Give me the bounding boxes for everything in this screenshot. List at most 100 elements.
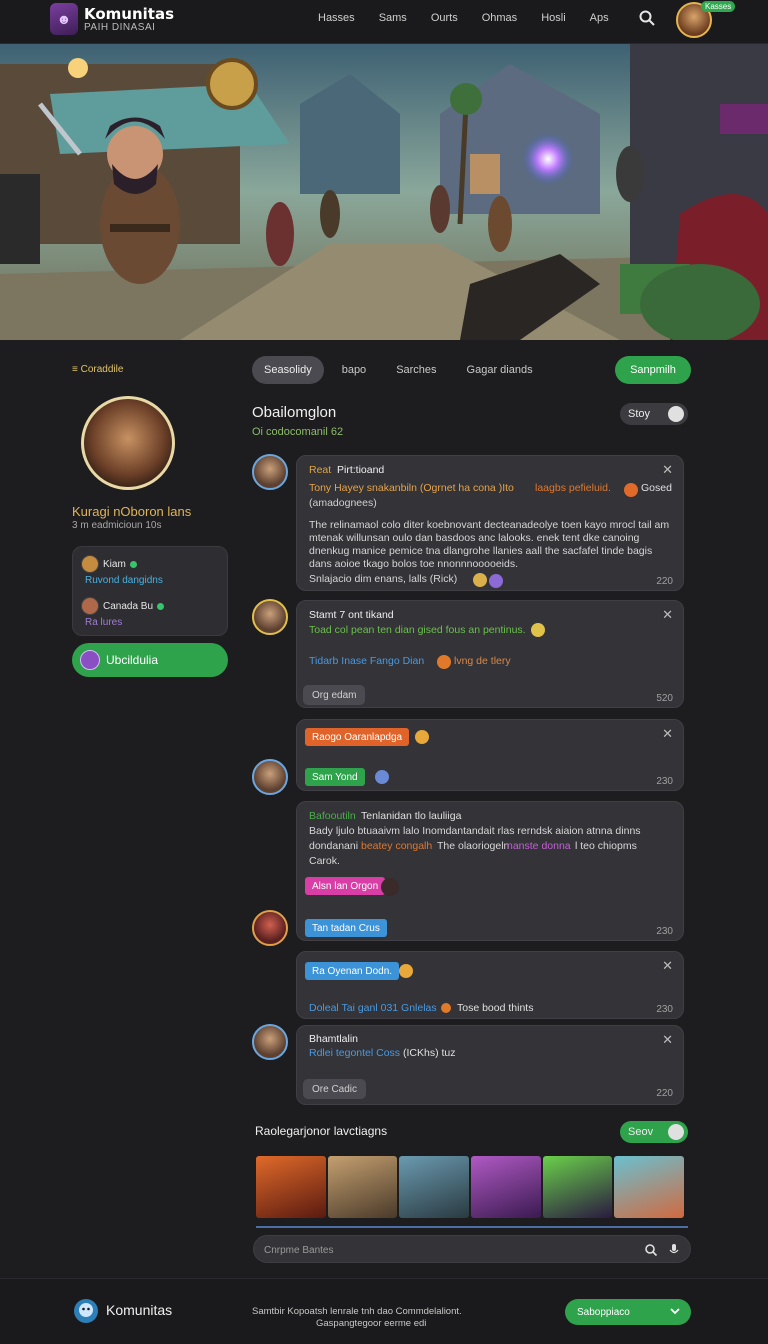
post-tag[interactable]: Sam Yond bbox=[305, 768, 365, 786]
post-card: ✕ Stamt 7 ont tikand Toad col pean ten d… bbox=[296, 600, 684, 708]
post-line: Carok. bbox=[309, 855, 340, 867]
post-action-button[interactable]: Org edam bbox=[303, 685, 366, 705]
post-line: Tidarb Inase Fango Dian bbox=[309, 655, 425, 667]
post-tag[interactable]: Alsn lan Orgon bbox=[305, 877, 386, 895]
nav-item-hasses[interactable]: Hasses bbox=[318, 12, 355, 24]
footer: Komunitas Samtbir Kopoatsh lenrale tnh d… bbox=[0, 1278, 768, 1344]
left-heading: ≡ Coraddile bbox=[72, 364, 124, 375]
gallery-thumbnail[interactable] bbox=[542, 1156, 613, 1218]
close-icon[interactable]: ✕ bbox=[662, 1032, 673, 1048]
post-line-highlight: beatey congalh bbox=[361, 840, 433, 852]
brand[interactable]: ☻ Komunitas PAIH DINASAI bbox=[50, 3, 174, 35]
online-status-icon bbox=[129, 560, 137, 568]
post-line-end: (ICKhs) tuz bbox=[403, 1047, 456, 1059]
join-button-label: Ubcildulia bbox=[106, 653, 159, 667]
friend-subtext: Ruvond dangidns bbox=[85, 575, 163, 586]
post-line: Tony Hayey snakanbiln (Ogrnet ha cona )I… bbox=[309, 482, 514, 494]
post-line: The olaoriogeln bbox=[437, 840, 510, 852]
search-icon[interactable] bbox=[638, 9, 656, 27]
chevron-down-icon bbox=[670, 1308, 680, 1315]
user-status-badge: Kasses bbox=[701, 1, 736, 12]
search-icon[interactable] bbox=[644, 1243, 658, 1257]
emoji-icon bbox=[624, 483, 638, 497]
post-author-avatar[interactable] bbox=[252, 910, 288, 946]
hero-banner-image bbox=[0, 44, 768, 340]
main-nav: Hasses Sams Ourts Ohmas Hosli Aps bbox=[318, 12, 633, 24]
gallery-thumbnail[interactable] bbox=[327, 1156, 398, 1218]
post-line: (amadognees) bbox=[309, 497, 377, 509]
post-timestamp: 520 bbox=[656, 693, 673, 704]
gallery-toggle-label: Seov bbox=[628, 1126, 654, 1138]
post-card: ✕ Bhamtlalin Rdlei tegontel Coss (ICKhs)… bbox=[296, 1025, 684, 1105]
post-line: Bady ljulo btuaaivm lalo Inomdantandait … bbox=[309, 825, 641, 837]
gallery-thumbnail[interactable] bbox=[399, 1156, 470, 1218]
post-line-highlight: nanste donna bbox=[507, 840, 571, 852]
tab-gagar-diands[interactable]: Gagar diands bbox=[455, 356, 545, 384]
tab-bapo[interactable]: bapo bbox=[330, 356, 378, 384]
post-timestamp: 220 bbox=[656, 576, 673, 587]
join-button[interactable]: Ubcildulia bbox=[72, 643, 228, 677]
post-line: dondanani bbox=[309, 840, 359, 852]
guild-icon bbox=[80, 650, 100, 670]
search-input[interactable] bbox=[264, 1241, 624, 1259]
post-title-prefix: Reat bbox=[309, 464, 332, 476]
post-line-highlight: laagbs pefieluid. bbox=[535, 482, 611, 494]
friend-row[interactable]: Canada Bu bbox=[81, 597, 165, 615]
gallery-title: Raolegarjonor lavctiagns bbox=[255, 1124, 388, 1138]
post-tag[interactable]: Raogo Oaranlapdga bbox=[305, 728, 410, 746]
brand-logo-icon bbox=[74, 1299, 98, 1323]
footer-cta-button[interactable]: Saboppiaco bbox=[565, 1299, 691, 1325]
friend-row[interactable]: Kiam bbox=[81, 555, 137, 573]
post-card: ✕ Reat Pirt:tioand Tony Hayey snakanbiln… bbox=[296, 455, 684, 591]
tab-sarches[interactable]: Sarches bbox=[384, 356, 448, 384]
gallery-scrollbar[interactable] bbox=[256, 1226, 688, 1228]
microphone-icon[interactable] bbox=[668, 1243, 680, 1257]
post-author-avatar[interactable] bbox=[252, 1024, 288, 1060]
gallery-thumbnail[interactable] bbox=[614, 1156, 685, 1218]
nav-item-ourts[interactable]: Ourts bbox=[431, 12, 458, 24]
post-timestamp: 220 bbox=[656, 1088, 673, 1099]
gallery-scrollbar-thumb[interactable] bbox=[256, 1226, 688, 1228]
nav-item-ohmas[interactable]: Ohmas bbox=[482, 12, 517, 24]
feed-subtitle: Oi codocomanil 62 bbox=[252, 426, 344, 438]
post-line-end: lvng de tlery bbox=[454, 655, 511, 667]
profile-avatar[interactable] bbox=[81, 396, 175, 490]
profile-meta: 3 m eadmicioun 10s bbox=[72, 520, 162, 531]
post-author-avatar[interactable] bbox=[252, 599, 288, 635]
post-line-highlight: Bafooutiln bbox=[309, 810, 356, 822]
post-tag[interactable]: Ra Oyenan Dodn. bbox=[305, 962, 400, 980]
post-author-avatar[interactable] bbox=[252, 454, 288, 490]
close-icon[interactable]: ✕ bbox=[662, 958, 673, 974]
post-action-button[interactable]: Ore Cadic bbox=[303, 1079, 367, 1099]
emoji-icon bbox=[531, 623, 545, 637]
feed-toggle[interactable]: Stoy bbox=[620, 403, 688, 425]
tab-seasolidy[interactable]: Seasolidy bbox=[252, 356, 324, 384]
primary-action-button[interactable]: Sanpmilh bbox=[615, 356, 691, 384]
friend-name: Kiam bbox=[103, 558, 126, 570]
post-card: Bafooutiln Tenlanidan tlo lauliiga Bady … bbox=[296, 801, 684, 941]
friends-card: Kiam Ruvond dangidns Canada Bu Ra lures bbox=[72, 546, 228, 636]
gallery-thumbnail[interactable] bbox=[471, 1156, 541, 1218]
close-icon[interactable]: ✕ bbox=[662, 607, 673, 623]
post-line: Rdlei tegontel Coss bbox=[309, 1047, 401, 1059]
gallery-thumbnails bbox=[256, 1156, 685, 1218]
post-timestamp: 230 bbox=[656, 1004, 673, 1015]
brand-title: Komunitas bbox=[84, 4, 175, 23]
footer-text-line: Samtbir Kopoatsh lenrale tnh dao Commdel… bbox=[252, 1306, 462, 1317]
nav-item-sams[interactable]: Sams bbox=[379, 12, 407, 24]
nav-item-aps[interactable]: Aps bbox=[590, 12, 609, 24]
emoji-icon bbox=[381, 878, 399, 896]
gallery-toggle[interactable]: Seov bbox=[620, 1121, 688, 1143]
toggle-knob-icon bbox=[668, 406, 684, 422]
close-icon[interactable]: ✕ bbox=[662, 462, 673, 478]
gallery-thumbnail[interactable] bbox=[256, 1156, 326, 1218]
post-title: Pirt:tioand bbox=[337, 464, 385, 476]
brand-subtitle: PAIH DINASAI bbox=[84, 21, 156, 33]
close-icon[interactable]: ✕ bbox=[662, 726, 673, 742]
post-tag[interactable]: Tan tadan Crus bbox=[305, 919, 387, 937]
nav-item-hosli[interactable]: Hosli bbox=[541, 12, 565, 24]
post-author-avatar[interactable] bbox=[252, 759, 288, 795]
toggle-knob-icon bbox=[668, 1124, 684, 1140]
friend-name: Canada Bu bbox=[103, 600, 154, 612]
post-title: Stamt 7 ont tikand bbox=[309, 609, 394, 621]
